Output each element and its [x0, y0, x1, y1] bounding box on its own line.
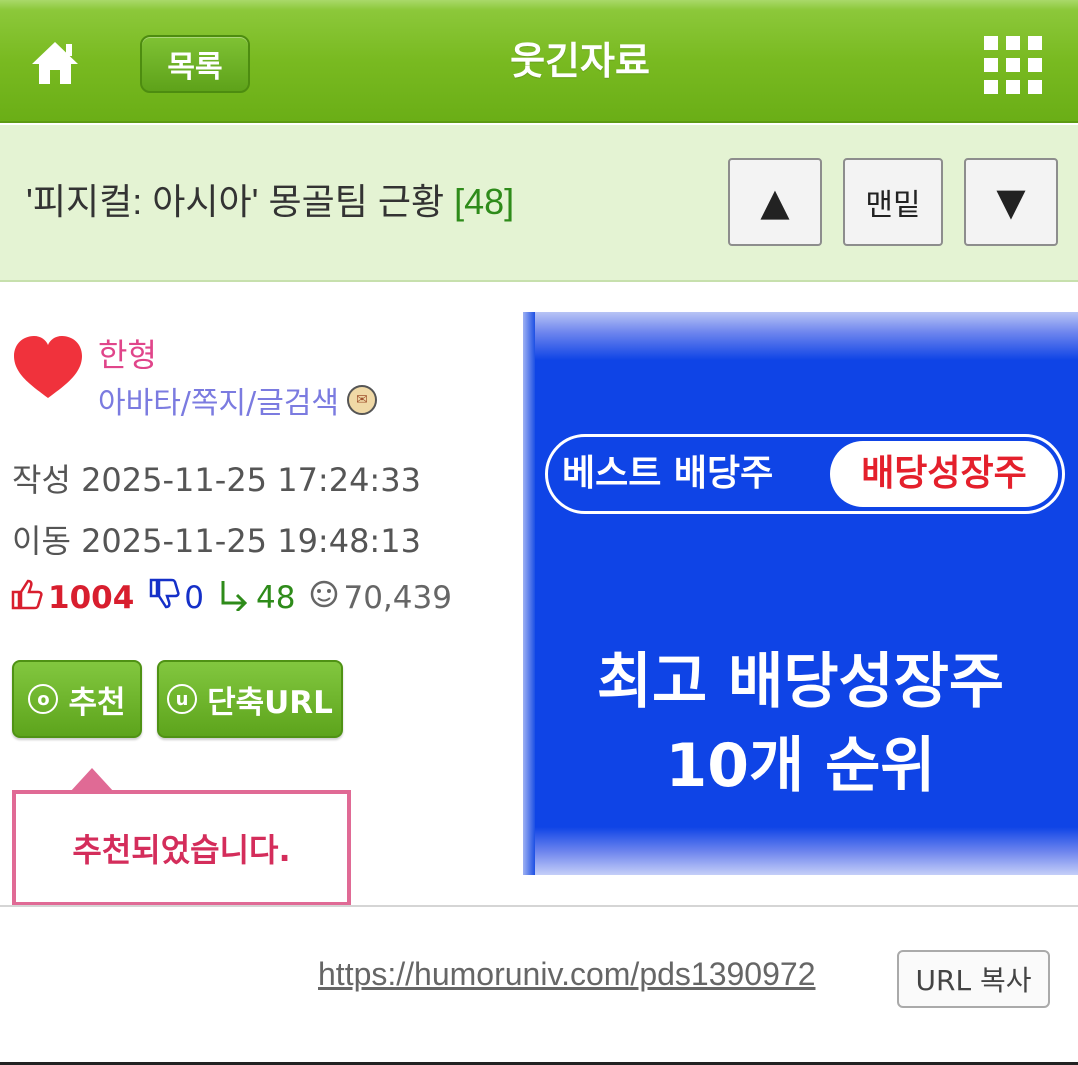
- shortcut-key-o: o: [28, 684, 59, 714]
- grid-dot: [1028, 58, 1042, 72]
- ad-banner[interactable]: 베스트 배당주 배당성장주 최고 배당성장주 10개 순위: [523, 312, 1078, 875]
- post-subject: '피지컬: 아시아' 몽골팀 근황 [48]: [26, 177, 514, 227]
- toast-message: 추천되었습니다.: [72, 831, 291, 869]
- avatar[interactable]: [12, 332, 84, 402]
- grid-dot: [1028, 80, 1042, 94]
- heart-icon: [14, 336, 82, 398]
- top-header: 목록 웃긴자료: [0, 0, 1078, 123]
- grid-dot: [1028, 36, 1042, 50]
- arrow-up-icon: ▲: [760, 180, 790, 224]
- content-divider: [0, 905, 1078, 907]
- reply-icon: [218, 577, 252, 619]
- view-count: 70,439: [343, 580, 452, 616]
- ad-headline-line1: 최고 배당성장주: [596, 647, 1005, 717]
- ad-pill: 베스트 배당주 배당성장주: [545, 434, 1065, 514]
- grid-dot: [984, 58, 998, 72]
- ad-pill-right-text: 배당성장주: [830, 441, 1058, 507]
- created-date: 작성 2025-11-25 17:24:33: [12, 455, 421, 501]
- created-value: 2025-11-25 17:24:33: [81, 461, 421, 499]
- arrow-down-icon: ▼: [996, 180, 1026, 224]
- grid-menu-button[interactable]: [984, 36, 1042, 94]
- shortcut-key-u: u: [167, 684, 198, 714]
- recommend-button[interactable]: o 추천: [12, 660, 142, 738]
- author-links-label[interactable]: 아바타/쪽지/글검색: [98, 378, 339, 422]
- smiley-icon: [309, 579, 339, 617]
- ad-pill-left-text: 베스트 배당주: [562, 453, 774, 494]
- url-copy-button[interactable]: URL 복사: [897, 950, 1050, 1008]
- ad-headline: 최고 배당성장주 10개 순위: [523, 640, 1078, 808]
- grid-dot: [984, 80, 998, 94]
- thumbs-up-icon: [10, 577, 44, 619]
- list-button[interactable]: 목록: [140, 35, 250, 93]
- thumbs-down-icon: [148, 577, 180, 619]
- moved-label: 이동: [12, 522, 71, 560]
- author-name[interactable]: 한형: [98, 330, 157, 376]
- home-button[interactable]: [28, 36, 82, 88]
- recommend-label: 추천: [68, 684, 126, 721]
- grid-menu-icon: [984, 36, 998, 50]
- short-url-button[interactable]: u 단축URL: [157, 660, 343, 738]
- board-title: 웃긴자료: [510, 39, 650, 83]
- subject-bar: '피지컬: 아시아' 몽골팀 근황 [48] ▲ 맨밑 ▼: [0, 125, 1078, 282]
- mail-icon[interactable]: ✉: [347, 385, 378, 415]
- moved-value: 2025-11-25 19:48:13: [81, 522, 421, 560]
- subject-text: '피지컬: 아시아' 몽골팀 근황: [26, 181, 445, 222]
- comment-count[interactable]: [48]: [454, 181, 514, 222]
- post-url-link[interactable]: https://humoruniv.com/pds1390972: [318, 956, 815, 993]
- tooltip-arrow: [70, 768, 114, 792]
- moved-date: 이동 2025-11-25 19:48:13: [12, 516, 421, 562]
- scroll-down-button[interactable]: ▼: [964, 158, 1058, 246]
- downvote-count: 0: [184, 580, 205, 616]
- upvote-count: 1004: [48, 580, 135, 616]
- recommend-toast: 추천되었습니다.: [12, 790, 351, 906]
- scroll-bottom-button[interactable]: 맨밑: [843, 158, 943, 246]
- grid-dot: [1006, 80, 1020, 94]
- short-url-label: 단축URL: [207, 684, 333, 721]
- home-icon: [32, 42, 78, 84]
- author-links[interactable]: 아바타/쪽지/글검색 ✉: [98, 378, 378, 422]
- grid-dot: [1006, 58, 1020, 72]
- reply-count: 48: [256, 580, 296, 616]
- created-label: 작성: [12, 461, 71, 499]
- ad-headline-line2: 10개 순위: [665, 731, 936, 801]
- grid-dot: [1006, 36, 1020, 50]
- scroll-up-button[interactable]: ▲: [728, 158, 822, 246]
- post-stats: 1004 0 48 70,439: [10, 576, 452, 620]
